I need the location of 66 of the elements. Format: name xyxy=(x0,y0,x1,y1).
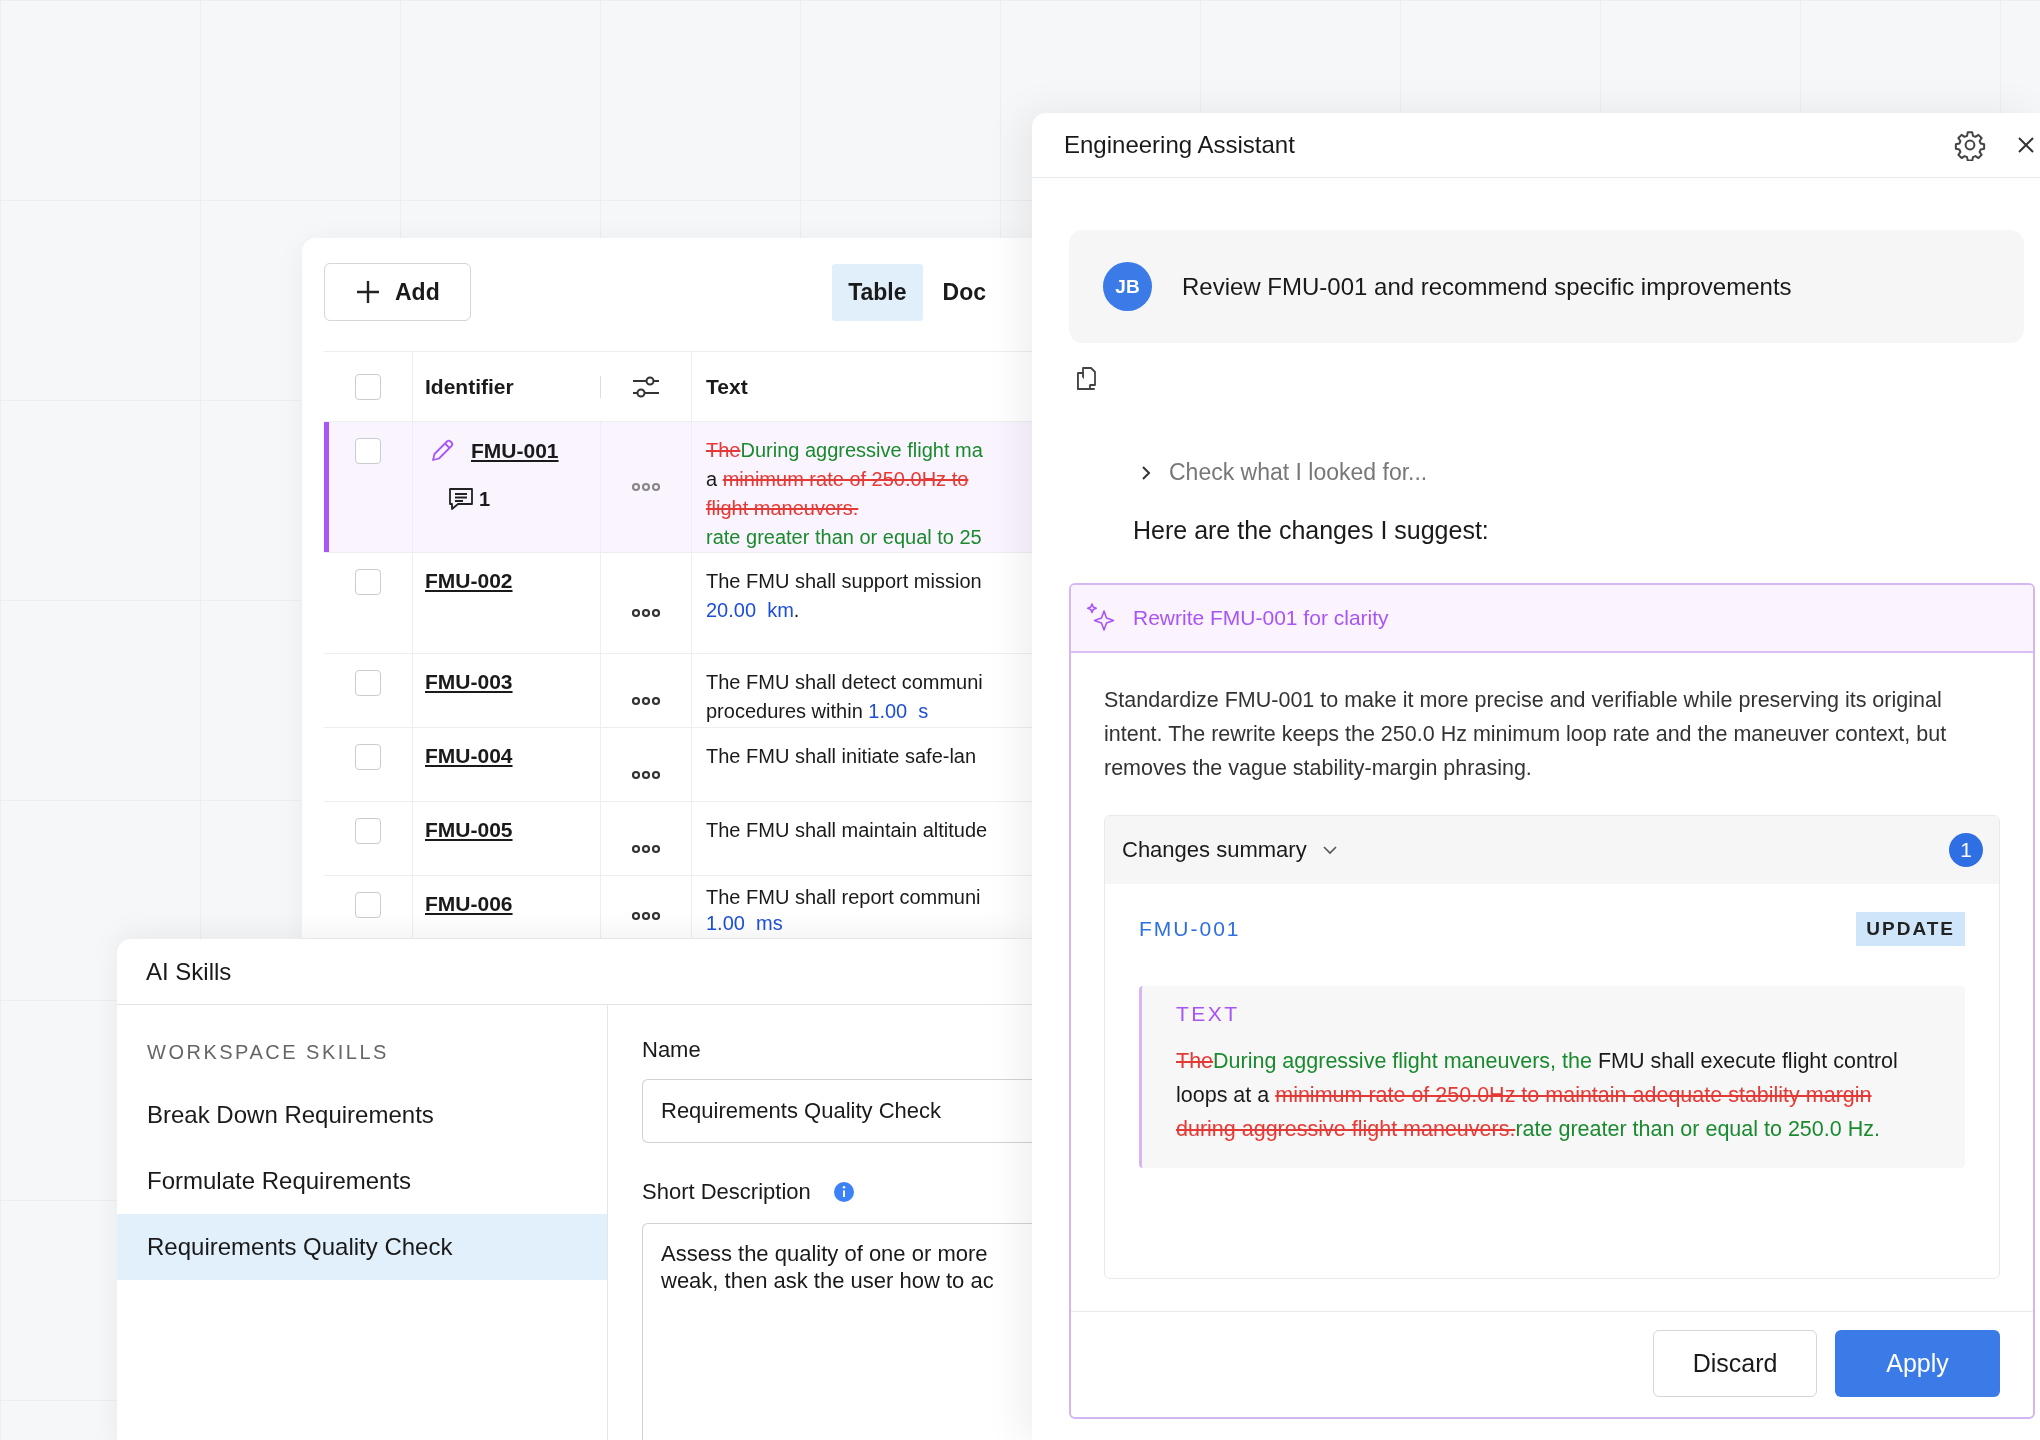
more-options-icon[interactable] xyxy=(631,911,661,921)
suggestion-title: Rewrite FMU-001 for clarity xyxy=(1133,606,1389,630)
close-icon[interactable] xyxy=(2016,135,2036,155)
row-checkbox[interactable] xyxy=(355,744,381,770)
table-row[interactable]: FMU-002 The FMU shall support mission 20.00 km. xyxy=(324,553,1032,654)
view-tab[interactable]: Doc xyxy=(926,263,1002,321)
section-label: WORKSPACE SKILLS xyxy=(146,1041,390,1064)
column-header: Text xyxy=(706,374,748,399)
discard-button[interactable]: Discard xyxy=(1653,1330,1817,1397)
assistant-message: Here are the changes I suggest: xyxy=(1133,516,1490,545)
row-checkbox[interactable] xyxy=(355,892,381,918)
skill-item[interactable]: Formulate Requirements xyxy=(117,1148,607,1214)
requirement-text: The FMU shall support mission 20.00 km. xyxy=(706,569,982,623)
requirement-id-link[interactable]: FMU-001 xyxy=(471,439,559,463)
more-options-icon[interactable] xyxy=(631,769,661,780)
select-all-checkbox[interactable] xyxy=(355,373,381,400)
field-label: Short Description xyxy=(642,1179,811,1205)
requirement-text: TheDuring aggressive flight ma a minimum rate of 250.0Hz to flight maneuvers. rate greater than or equal to 25 xyxy=(706,438,983,550)
requirement-id-link[interactable]: FMU-003 xyxy=(425,670,513,694)
plus-icon xyxy=(355,279,381,305)
table-row[interactable]: FMU-005 The FMU shall maintain altitude xyxy=(324,802,1032,876)
window-title: AI Skills xyxy=(146,957,232,986)
count-badge: 1 xyxy=(1949,833,1983,867)
skill-item[interactable]: Requirements Quality Check xyxy=(117,1214,607,1280)
chevron-right-icon xyxy=(1139,463,1153,482)
add-button[interactable]: Add xyxy=(324,263,471,321)
requirement-id-link[interactable]: FMU-005 xyxy=(425,818,513,842)
row-checkbox[interactable] xyxy=(355,818,381,844)
requirement-id-link[interactable]: FMU-004 xyxy=(425,744,513,768)
skill-item[interactable]: Break Down Requirements xyxy=(117,1082,607,1148)
requirement-text: The FMU shall initiate safe-lan xyxy=(706,744,977,769)
field-label: Name xyxy=(642,1037,702,1063)
user-message: Review FMU-001 and recommend specific improvements xyxy=(1182,272,1792,301)
apply-button[interactable]: Apply xyxy=(1835,1330,2000,1397)
changes-summary-toggle[interactable]: Changes summary xyxy=(1122,837,1339,863)
diff-text: TheDuring aggressive flight maneuvers, the FMU shall execute flight control loops at a minimum rate of 250.0Hz to maintain adequate stability margin during aggressive flight maneuvers.rate greater than or equal to 250.0 Hz. xyxy=(1176,1048,1899,1143)
field-label: TEXT xyxy=(1176,1002,1241,1026)
row-checkbox[interactable] xyxy=(355,438,381,464)
column-header: Identifier xyxy=(425,374,514,399)
update-badge: UPDATE xyxy=(1856,912,1965,946)
table-row[interactable]: FMU-004 The FMU shall initiate safe-lan xyxy=(324,728,1032,802)
row-checkbox[interactable] xyxy=(355,670,381,696)
view-tab[interactable]: Table xyxy=(832,263,923,321)
chevron-down-icon xyxy=(1320,844,1339,856)
requirement-id-link[interactable]: FMU-006 xyxy=(425,892,513,916)
requirement-text: The FMU shall report communi 1.00 ms xyxy=(706,885,981,936)
requirement-id-link[interactable]: FMU-002 xyxy=(425,569,513,593)
table-row[interactable]: FMU-003 The FMU shall detect communi procedures within 1.00 s xyxy=(324,654,1032,728)
name-input[interactable]: Requirements Quality Check xyxy=(642,1079,1032,1143)
requirement-id-link[interactable]: FMU-001 xyxy=(1139,917,1241,941)
settings-icon[interactable] xyxy=(1954,129,1986,161)
info-icon[interactable] xyxy=(832,1181,855,1203)
row-checkbox[interactable] xyxy=(355,569,381,595)
requirement-text: The FMU shall detect communi procedures within 1.00 s xyxy=(706,670,983,724)
more-options-icon[interactable] xyxy=(631,608,661,618)
suggestion-description: Standardize FMU-001 to make it more precise and verifiable while preserving its original intent. The rewrite keeps the 250.0 Hz minimum loop rate and the maneuver context, but removes the vague stability-margin phrasing. xyxy=(1104,687,1948,782)
reasoning-toggle[interactable]: Check what I looked for... xyxy=(1139,459,1428,486)
more-options-icon[interactable] xyxy=(631,843,661,854)
sliders-icon[interactable] xyxy=(631,374,661,399)
more-options-icon[interactable] xyxy=(631,695,661,706)
requirement-text: The FMU shall maintain altitude xyxy=(706,818,988,843)
panel-title: Engineering Assistant xyxy=(1064,131,1295,159)
user-avatar: JB xyxy=(1103,262,1152,311)
table-row[interactable]: FMU-001 1 TheDuring aggressive flight ma a minimum rate of 250.0Hz to flight maneuvers. rate greater than or equal to 25 xyxy=(324,422,1032,553)
comment-icon[interactable] xyxy=(447,486,475,512)
comment-count: 1 xyxy=(479,487,491,511)
